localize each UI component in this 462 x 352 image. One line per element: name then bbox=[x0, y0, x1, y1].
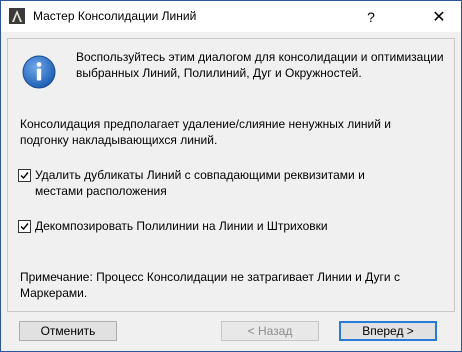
option-label: Удалить дубликаты Линий с совпадающими р… bbox=[35, 168, 365, 198]
consolidation-wizard-dialog: Мастер Консолидации Линий ? ✕ Воспользуй… bbox=[0, 0, 462, 352]
next-button[interactable]: Вперед > bbox=[339, 321, 437, 341]
option-remove-duplicates[interactable]: Удалить дубликаты Линий с совпадающими р… bbox=[18, 167, 395, 199]
checkbox-decompose-polylines[interactable] bbox=[18, 220, 31, 233]
option-decompose-polylines[interactable]: Декомпозировать Полилинии на Линии и Штр… bbox=[18, 218, 395, 234]
description-text: Консолидация предполагает удаление/слиян… bbox=[20, 117, 391, 147]
help-button[interactable]: ? bbox=[349, 1, 393, 32]
back-button[interactable]: < Назад bbox=[221, 321, 319, 341]
button-bar: Отменить < Назад Вперед > bbox=[1, 317, 461, 351]
archicad-app-icon bbox=[9, 8, 25, 24]
checkbox-remove-duplicates[interactable] bbox=[18, 169, 31, 182]
option-label: Декомпозировать Полилинии на Линии и Штр… bbox=[35, 219, 328, 233]
close-button[interactable]: ✕ bbox=[417, 1, 461, 32]
checkmark-icon bbox=[20, 172, 29, 180]
intro-text: Воспользуйтесь этим диалогом для консоли… bbox=[76, 50, 444, 80]
info-icon bbox=[22, 55, 56, 89]
window-title: Мастер Консолидации Линий bbox=[33, 9, 197, 23]
title-bar[interactable]: Мастер Консолидации Линий ? ✕ bbox=[1, 1, 461, 32]
dialog-content: Воспользуйтесь этим диалогом для консоли… bbox=[7, 38, 455, 312]
cancel-button[interactable]: Отменить bbox=[19, 321, 117, 341]
checkmark-icon bbox=[20, 223, 29, 231]
note-text: Примечание: Процесс Консолидации не затр… bbox=[20, 270, 400, 300]
